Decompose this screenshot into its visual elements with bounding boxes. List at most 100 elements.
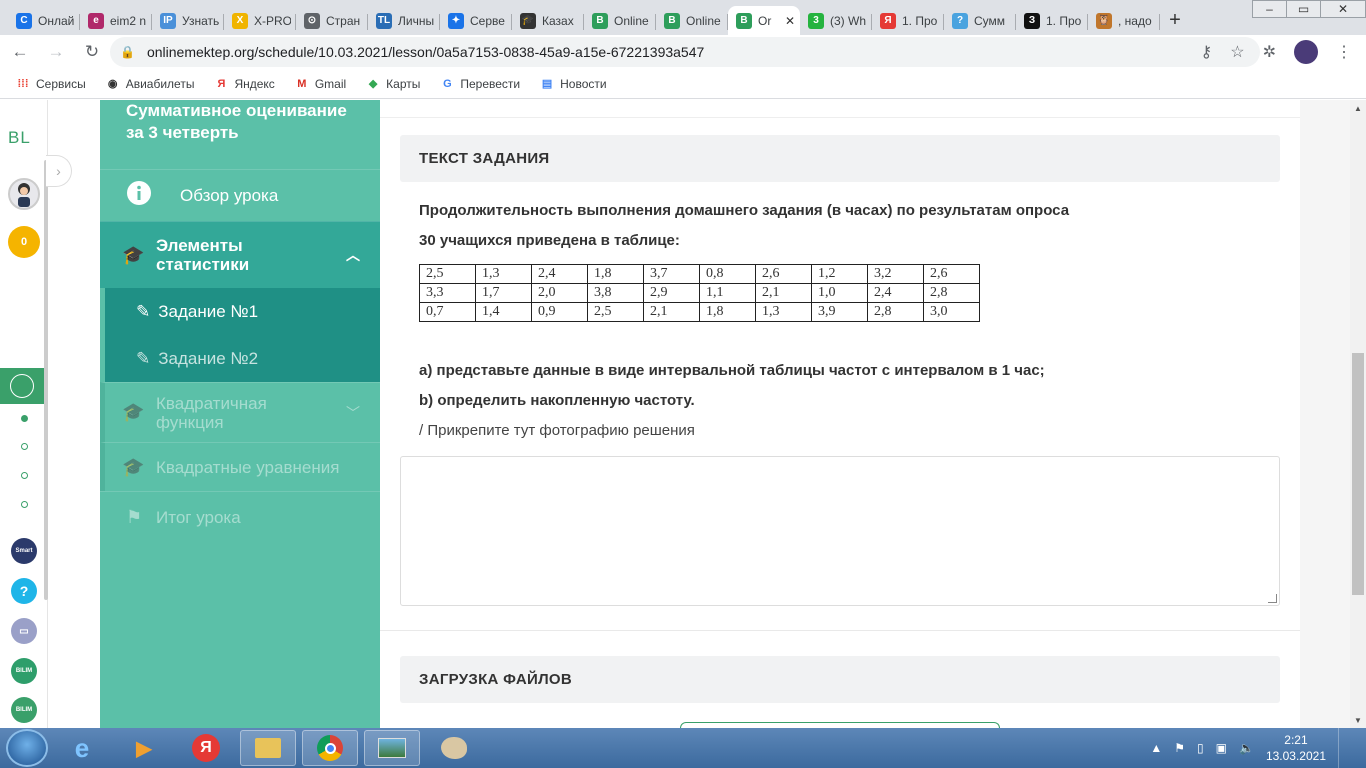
file-explorer-icon[interactable] [240, 730, 296, 766]
browser-tab[interactable]: ⊙ Стран [296, 6, 368, 35]
translate-icon: G [443, 77, 452, 90]
left-rail-scrollbar[interactable] [44, 160, 48, 600]
tab-close-icon[interactable]: ✕ [785, 14, 795, 28]
nav-dot[interactable] [21, 501, 28, 508]
back-button[interactable]: ← [4, 36, 36, 68]
paint-icon[interactable] [426, 730, 482, 766]
browser-tab[interactable]: e eim2 n [80, 6, 152, 35]
show-hidden-icons[interactable]: ▲ [1150, 741, 1162, 755]
browser-tab[interactable]: IP Узнать [152, 6, 224, 35]
answer-textarea[interactable] [400, 456, 1280, 606]
nav-dot[interactable] [21, 443, 28, 450]
minimize-button[interactable]: – [1252, 0, 1287, 18]
nav-dot[interactable] [21, 415, 28, 422]
media-player-icon[interactable]: ▶ [116, 730, 172, 766]
help-icon[interactable]: ? [11, 578, 37, 604]
tab-favicon-icon: TL [376, 12, 392, 29]
bookmark-label: Яндекс [234, 76, 275, 91]
bookmark-item[interactable]: M Gmail [295, 77, 346, 91]
menu-icon[interactable]: ⋮ [1336, 42, 1352, 62]
profile-avatar[interactable] [1294, 40, 1318, 64]
tab-title: Сумм [974, 13, 1006, 28]
bookmark-item[interactable]: Я Яндекс [214, 76, 275, 91]
browser-tab[interactable]: Я 1. Про [872, 6, 944, 35]
page-viewport: BL 0 Smart ? ▭ BILIM BILIM › Суммативное… [0, 100, 1366, 728]
user-avatar[interactable] [8, 178, 40, 210]
browser-tab[interactable]: 🎓 Казах [512, 6, 584, 35]
sidebar-task-2[interactable]: ✎ Задание №2 [105, 335, 380, 382]
smart-nation-icon[interactable]: Smart [11, 538, 37, 564]
action-center-flag-icon[interactable]: ⚑ [1174, 741, 1185, 755]
browser-tab[interactable]: ✦ Серве [440, 6, 512, 35]
extensions-icon[interactable]: ✲ [1263, 42, 1276, 62]
photo-viewer-icon[interactable] [364, 730, 420, 766]
sidebar-task-1[interactable]: ✎ Задание №1 [105, 288, 380, 335]
scroll-up-arrow-icon[interactable]: ▲ [1350, 100, 1366, 116]
online-mektep-icon[interactable] [0, 368, 44, 404]
browser-tab[interactable]: B Online [584, 6, 656, 35]
start-button[interactable] [6, 729, 48, 767]
usb-icon[interactable]: ▯ [1197, 741, 1204, 755]
keyboard-icon[interactable]: ▭ [11, 618, 37, 644]
browser-tab[interactable]: 3 (3) Wh [800, 6, 872, 35]
table-cell: 1,3 [475, 264, 532, 284]
sidebar-section-label: Квадратные уравнения [156, 457, 340, 477]
browser-tab[interactable]: ? Сумм [944, 6, 1016, 35]
star-icon[interactable]: ☆ [1230, 42, 1244, 62]
new-tab-button[interactable]: + [1160, 6, 1190, 35]
key-icon[interactable]: ⚷ [1201, 42, 1213, 62]
browser-tab[interactable]: 🦉 , надо [1088, 6, 1160, 35]
chevron-down-icon: ﹀ [346, 404, 360, 421]
system-clock[interactable]: 2:21 13.03.2021 [1266, 732, 1326, 764]
table-cell: 2,6 [755, 264, 812, 284]
maximize-button[interactable]: ▭ [1286, 0, 1321, 18]
forward-button[interactable]: → [40, 36, 72, 68]
address-bar[interactable]: 🔒 onlinemektep.org/schedule/10.03.2021/l… [110, 37, 1260, 67]
task-part-b: b) определить накопленную частоту. [419, 392, 695, 409]
browser-tab[interactable]: TL Личны [368, 6, 440, 35]
score-badge: 0 [8, 226, 40, 258]
bilim-land-icon[interactable]: BILIM [11, 697, 37, 723]
table-cell: 2,8 [867, 302, 924, 322]
bookmark-item[interactable]: ⁞⁞⁞ Сервисы [16, 77, 86, 91]
bookmark-item[interactable]: G Перевести [440, 77, 520, 91]
sidebar-item-summary[interactable]: ⚑ Итог урока [100, 491, 380, 543]
tab-title: Or [758, 13, 772, 28]
show-desktop-button[interactable] [1338, 728, 1352, 768]
expand-rail-button[interactable]: › [46, 155, 72, 187]
yandex-browser-icon[interactable]: Я [178, 730, 234, 766]
table-cell: 1,7 [475, 283, 532, 303]
sidebar-section-statistics[interactable]: 🎓 Элементы статистики ︿ [100, 221, 380, 288]
browser-tab[interactable]: B Or ✕ [728, 6, 800, 35]
browser-tab[interactable]: B Online [656, 6, 728, 35]
bilim-online-icon[interactable]: BILIM [11, 658, 37, 684]
page-scrollbar[interactable]: ▲ ▼ [1350, 100, 1366, 728]
bookmark-item[interactable]: ▤ Новости [540, 77, 607, 91]
sidebar-section-quadratic-equations[interactable]: 🎓 Квадратные уравнения [100, 442, 380, 491]
internet-explorer-icon[interactable]: e [54, 730, 110, 766]
bookmark-item[interactable]: ◆ Карты [366, 77, 420, 91]
graduation-cap-icon: 🎓 [122, 402, 145, 422]
task-text-line-2: 30 учащихся приведена в таблице: [419, 232, 680, 249]
graduation-cap-icon: 🎓 [122, 456, 145, 477]
bookmark-label: Авиабилеты [125, 76, 195, 91]
nav-dot[interactable] [21, 472, 28, 479]
bookmark-item[interactable]: ◉ Авиабилеты [106, 77, 195, 91]
sidebar-section-quadratic-function[interactable]: 🎓 Квадратичная функция ﹀ [100, 382, 380, 442]
network-icon[interactable]: ▣ [1216, 741, 1227, 755]
table-cell: 0,8 [699, 264, 756, 284]
browser-tab[interactable]: X X-PRO [224, 6, 296, 35]
browser-tab[interactable]: З 1. Про [1016, 6, 1088, 35]
sidebar-item-overview[interactable]: Обзор урока [100, 169, 380, 221]
tab-favicon-icon: 3 [808, 12, 824, 29]
browser-tab[interactable]: C Онлай [8, 6, 80, 35]
volume-icon[interactable]: 🔈 [1239, 741, 1254, 755]
chrome-icon[interactable] [302, 730, 358, 766]
edit-icon: ✎ [136, 301, 151, 321]
scrollbar-thumb[interactable] [1352, 353, 1364, 595]
reload-button[interactable]: ↻ [76, 36, 108, 68]
scroll-down-arrow-icon[interactable]: ▼ [1350, 712, 1366, 728]
task-body: Продолжительность выполнения домашнего з… [419, 196, 1279, 446]
close-window-button[interactable]: ✕ [1320, 0, 1366, 18]
table-cell: 2,1 [755, 283, 812, 303]
